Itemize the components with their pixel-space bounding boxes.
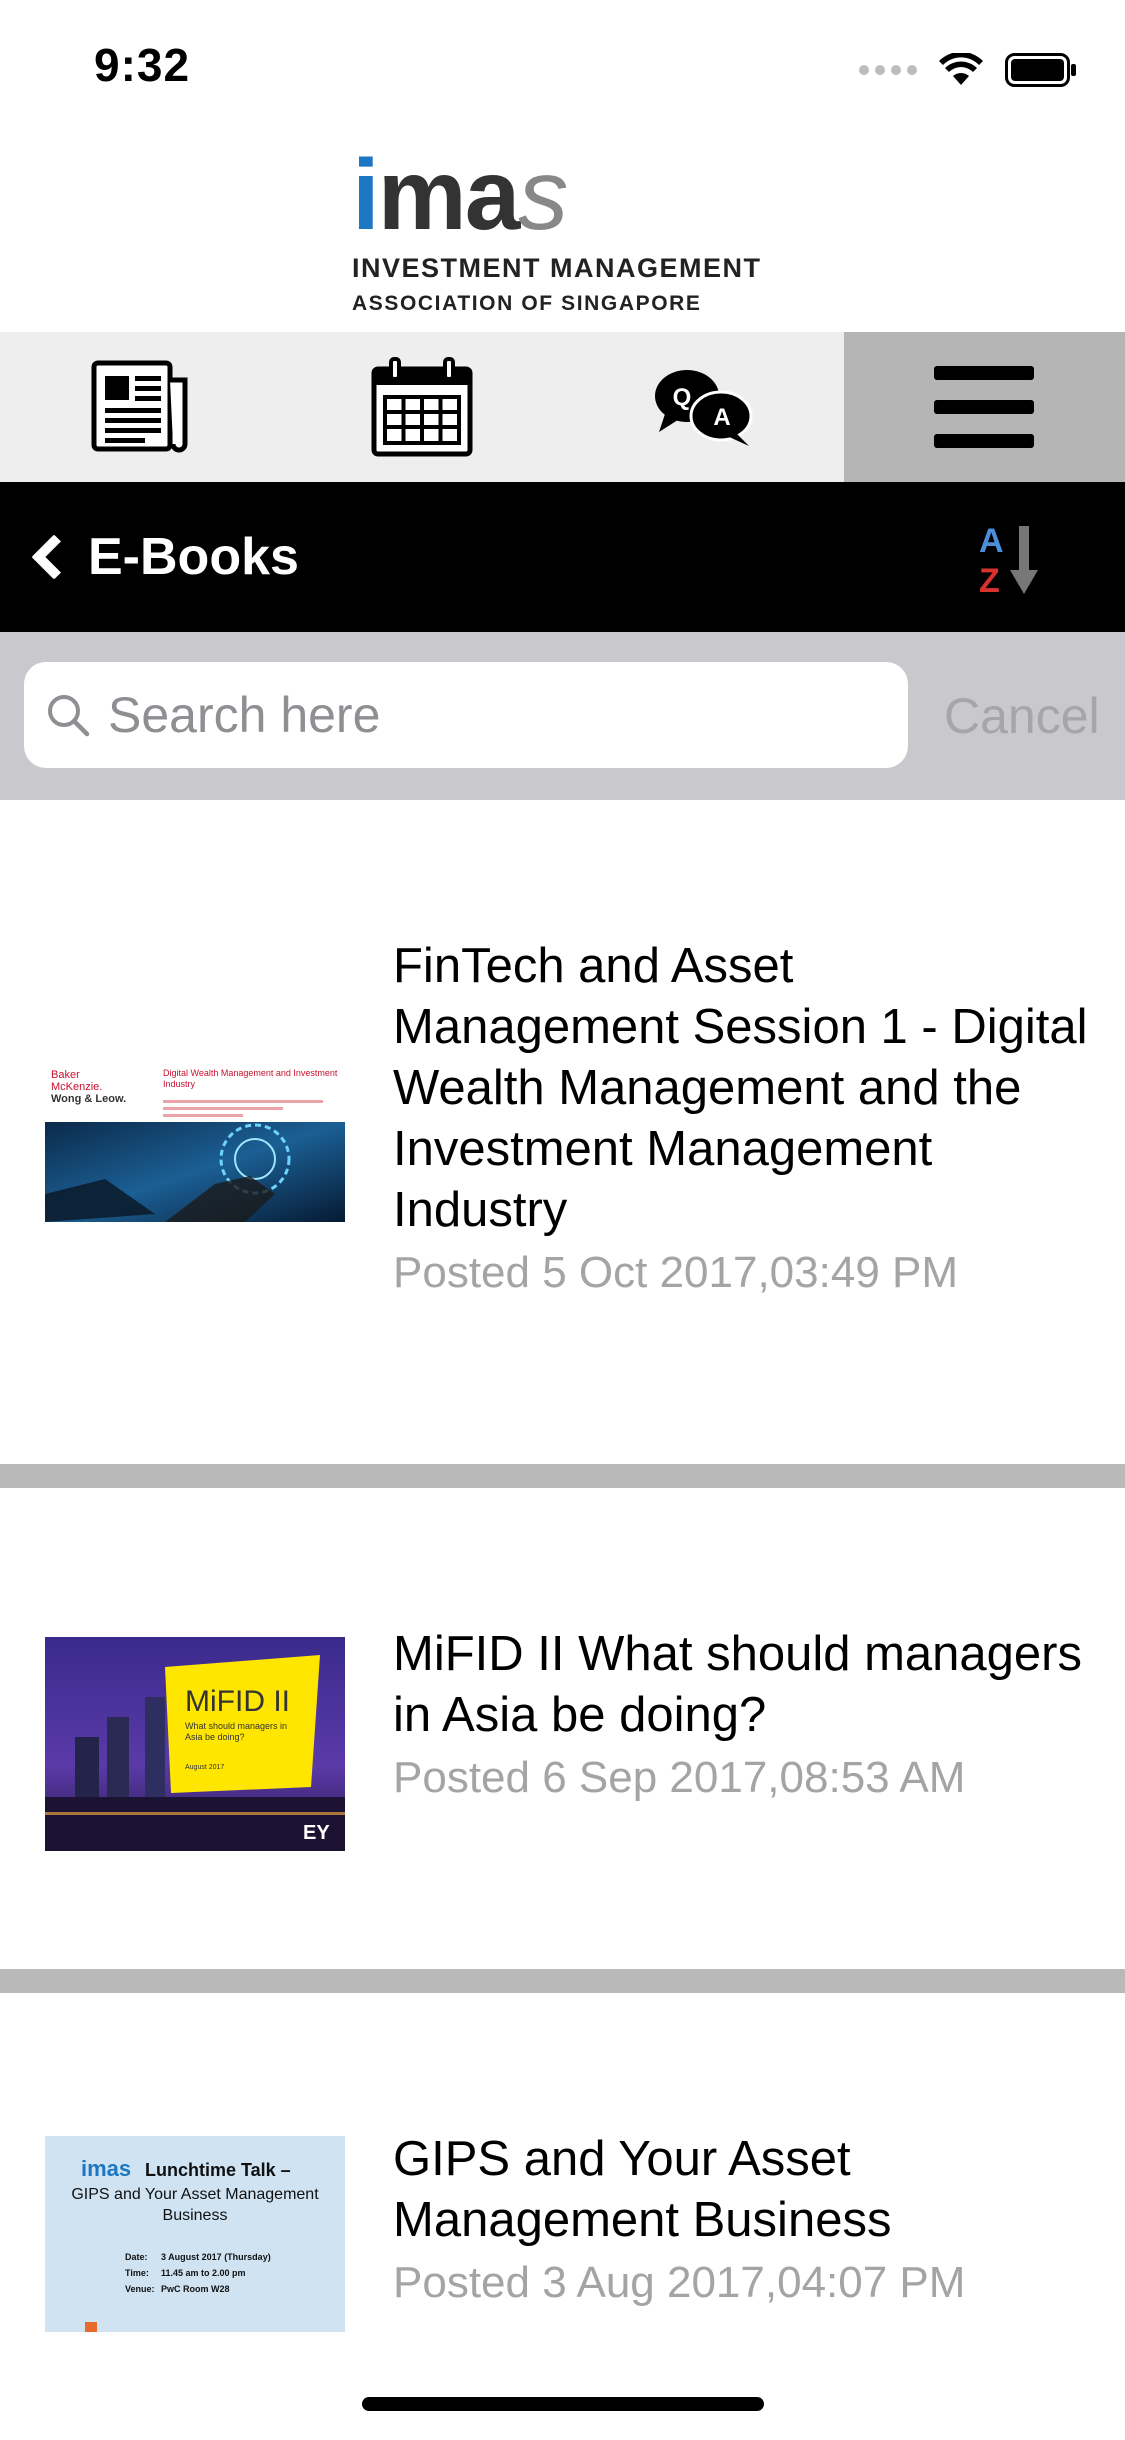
ebook-posted-date: Posted 5 Oct 2017,03:49 PM [393,1248,959,1297]
ebook-thumbnail: MiFID II What should managers in Asia be… [45,1637,345,1851]
list-item-text: MiFID II What should managers in Asia be… [393,1624,1093,1808]
chevron-left-icon [31,534,77,580]
svg-text:McKenzie.: McKenzie. [51,1081,102,1093]
svg-text:Baker: Baker [51,1069,80,1081]
list-item[interactable]: imas Lunchtime Talk – GIPS and Your Asse… [0,1993,1125,2440]
title-bar: E-Books A Z [0,482,1125,632]
menu-icon [934,366,1035,448]
ebook-thumbnail: Baker McKenzie. Wong & Leow. Digital Wea… [45,1064,345,1222]
ebook-list: Baker McKenzie. Wong & Leow. Digital Wea… [0,800,1125,2440]
svg-text:Q: Q [673,384,692,411]
ebook-title: MiFID II What should managers in Asia be… [393,1627,1082,1742]
imas-logo: imas INVESTMENT MANAGEMENT ASSOCIATION O… [352,145,792,315]
search-input[interactable] [106,685,870,745]
calendar-tab-button[interactable] [281,332,562,482]
list-item[interactable]: MiFID II What should managers in Asia be… [0,1488,1125,1969]
newspaper-icon [91,360,188,453]
svg-text:Wong & Leow.: Wong & Leow. [51,1093,126,1105]
ebook-thumbnail: imas Lunchtime Talk – GIPS and Your Asse… [45,2136,345,2332]
search-bar: Cancel [0,632,1125,801]
wifi-icon [939,53,983,85]
svg-text:Date:: Date: [125,2252,148,2262]
qa-tab-button[interactable]: Q A [563,332,844,482]
svg-text:A: A [713,404,730,431]
svg-text:August 2017: August 2017 [185,1764,224,1771]
ebook-posted-date: Posted 6 Sep 2017,08:53 AM [393,1753,966,1802]
cancel-button[interactable]: Cancel [944,687,1100,745]
qa-chat-icon: Q A [655,370,753,446]
battery-icon [1005,53,1076,87]
list-item[interactable]: Baker McKenzie. Wong & Leow. Digital Wea… [0,800,1125,1464]
status-icons [859,50,1077,90]
svg-text:11.45 am to 2.00 pm: 11.45 am to 2.00 pm [161,2268,246,2278]
status-bar: 9:32 [0,0,1125,130]
ebook-title: GIPS and Your Asset Management Business [393,2132,892,2247]
logo-tagline-2: ASSOCIATION OF SINGAPORE [352,292,702,315]
ebook-title: FinTech and Asset Management Session 1 -… [393,939,1088,1237]
svg-text:imas: imas [81,2156,131,2181]
list-divider [0,1969,1125,1993]
cellular-signal-icon [859,65,917,75]
back-button[interactable]: E-Books [26,482,299,632]
sort-az-icon[interactable]: A Z [977,522,1047,597]
svg-text:Z: Z [979,562,1000,597]
menu-tab-button[interactable] [843,332,1125,482]
svg-text:Time:: Time: [125,2268,149,2278]
main-toolbar: Q A [0,332,1125,482]
list-divider [0,1464,1125,1488]
logo-tagline-1: INVESTMENT MANAGEMENT [352,253,762,283]
search-box[interactable] [24,662,908,768]
news-tab-button[interactable] [0,332,281,482]
svg-text:3 August 2017 (Thursday): 3 August 2017 (Thursday) [161,2252,271,2262]
ebook-posted-date: Posted 3 Aug 2017,04:07 PM [393,2258,966,2307]
status-time: 9:32 [94,39,191,91]
svg-text:MiFID II: MiFID II [185,1685,290,1718]
svg-text:Venue:: Venue: [125,2284,155,2294]
imas-wordmark: imas [352,139,568,251]
home-indicator[interactable] [362,2397,764,2411]
svg-text:A: A [979,522,1004,560]
svg-text:EY: EY [303,1822,330,1844]
list-item-text: FinTech and Asset Management Session 1 -… [393,936,1093,1303]
svg-text:PwC Room W28: PwC Room W28 [161,2284,230,2294]
search-icon [48,695,90,737]
list-item-text: GIPS and Your Asset Management Business … [393,2129,1093,2313]
page-title: E-Books [88,528,299,586]
calendar-icon [371,357,473,457]
svg-text:Lunchtime Talk –: Lunchtime Talk – [145,2160,291,2180]
